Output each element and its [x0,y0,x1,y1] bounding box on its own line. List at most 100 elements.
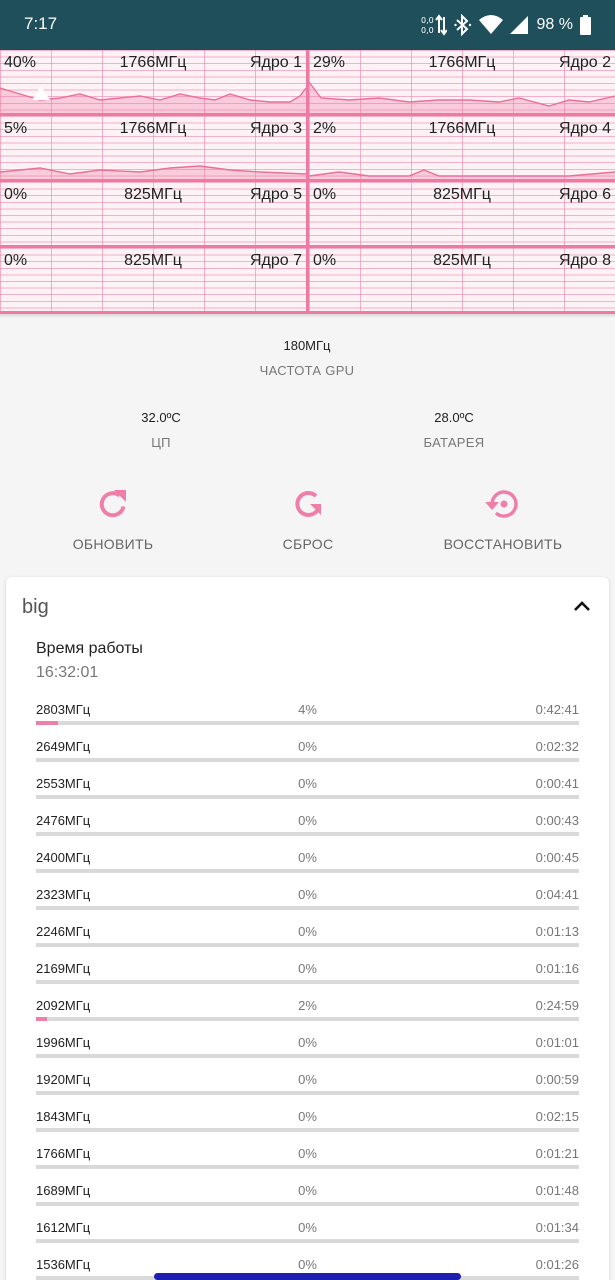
restore-button[interactable]: ВОССТАНОВИТЬ [423,486,583,552]
state-progress-bar [36,1054,579,1058]
core-name: Ядро 8 [558,252,611,269]
status-time: 7:17 [24,14,58,33]
state-progress-bar [36,832,579,836]
state-percent: 0% [298,1146,317,1161]
chevron-up-icon[interactable] [573,599,591,617]
state-progress-bar [36,980,579,984]
frequency-state-list: 2803МГц 4% 0:42:41 2649МГц 0% 0:02:32 2553МГц 0… [36,700,579,1280]
state-progress-bar [36,906,579,910]
core-graph-3: 5% 1766МГц Ядро 3 [0,116,306,182]
state-progress-bar [36,1239,579,1243]
refresh-label: ОБНОВИТЬ [72,536,154,552]
core-graph-7: 0% 825МГц Ядро 7 [0,248,306,314]
state-percent: 0% [298,1220,317,1235]
battery-temperature: 28.0ºC БАТАРЕЯ [374,410,534,450]
state-time: 0:01:13 [535,924,579,939]
core-graph-4: 2% 1766МГц Ядро 4 [309,116,615,182]
uptime-value: 16:32:01 [36,664,99,681]
state-progress-bar [36,943,579,947]
frequency-state-row: 1996МГц 0% 0:01:01 [36,1033,579,1070]
state-percent: 0% [298,924,317,939]
frequency-state-row: 2246МГц 0% 0:01:13 [36,922,579,959]
core-name: Ядро 6 [558,186,611,203]
cluster-title: big [22,596,49,618]
core-name: Ядро 1 [249,54,302,71]
state-time: 0:42:41 [535,702,579,717]
state-time: 0:01:34 [535,1220,579,1235]
reset-icon [228,486,388,522]
state-percent: 0% [298,1257,317,1272]
cpu-temperature-value: 32.0ºC [141,410,181,425]
status-bar: 7:17 0,0 0,0 98 % [0,0,615,50]
reset-label: СБРОС [282,536,334,552]
state-progress-bar [36,758,579,762]
uptime-label: Время работы [36,640,143,657]
state-time: 0:00:43 [535,813,579,828]
frequency-state-row: 2400МГц 0% 0:00:45 [36,848,579,885]
cpu-temperature: 32.0ºC ЦП [81,410,241,450]
core-graph-2: 29% 1766МГц Ядро 2 [309,50,615,116]
state-percent: 0% [298,739,317,754]
cell-signal-icon [509,16,528,34]
state-percent: 0% [298,1035,317,1050]
gpu-frequency: 180МГц ЧАСТОТА GPU [207,338,407,378]
cluster-card: big Время работы 16:32:01 2803МГц 4% 0:42:… [6,577,609,1280]
restore-label: ВОССТАНОВИТЬ [443,536,563,552]
state-progress-bar [36,1017,579,1021]
state-percent: 0% [298,1183,317,1198]
frequency-state-row: 2169МГц 0% 0:01:16 [36,959,579,996]
refresh-icon [33,486,193,522]
core-graph-1: 40% 1766МГц Ядро 1 [0,50,306,116]
state-time: 0:01:01 [535,1035,579,1050]
cpu-temperature-label: ЦП [151,435,171,450]
gpu-frequency-label: ЧАСТОТА GPU [259,363,355,378]
gpu-frequency-value: 180МГц [283,338,331,353]
restore-icon [423,486,583,522]
state-time: 0:00:45 [535,850,579,865]
state-percent: 0% [298,887,317,902]
core-name: Ядро 5 [249,186,302,203]
state-time: 0:02:32 [535,739,579,754]
state-time: 0:00:41 [535,776,579,791]
state-time: 0:01:26 [535,1257,579,1272]
state-progress-bar [36,1091,579,1095]
core-graph-6: 0% 825МГц Ядро 6 [309,182,615,248]
frequency-state-row: 1920МГц 0% 0:00:59 [36,1070,579,1107]
wifi-icon [478,15,503,35]
state-time: 0:01:21 [535,1146,579,1161]
core-graph-5: 0% 825МГц Ядро 5 [0,182,306,248]
state-progress-bar [36,721,579,725]
state-progress-bar [36,1202,579,1206]
frequency-state-row: 1689МГц 0% 0:01:48 [36,1181,579,1218]
state-percent: 0% [298,1109,317,1124]
core-name: Ядро 7 [249,252,302,269]
state-time: 0:01:16 [535,961,579,976]
frequency-state-row: 1766МГц 0% 0:01:21 [36,1144,579,1181]
state-time: 0:01:48 [535,1183,579,1198]
frequency-state-row: 2553МГц 0% 0:00:41 [36,774,579,811]
state-percent: 0% [298,850,317,865]
frequency-state-row: 2476МГц 0% 0:00:43 [36,811,579,848]
state-time: 0:24:59 [535,998,579,1013]
battery-icon [580,15,591,35]
state-percent: 2% [298,998,317,1013]
state-percent: 0% [298,1072,317,1087]
state-time: 0:04:41 [535,887,579,902]
reset-button[interactable]: СБРОС [228,486,388,552]
frequency-state-row: 2649МГц 0% 0:02:32 [36,737,579,774]
svg-text:0,0: 0,0 [421,26,434,35]
state-percent: 0% [298,961,317,976]
core-name: Ядро 2 [558,54,611,71]
gesture-nav-bar[interactable] [154,1273,461,1280]
state-progress-fill [36,1017,47,1021]
state-progress-fill [36,721,58,725]
core-name: Ядро 4 [558,120,611,137]
frequency-state-row: 2323МГц 0% 0:04:41 [36,885,579,922]
data-activity-icon: 0,0 0,0 [421,14,447,36]
state-percent: 4% [298,702,317,717]
refresh-button[interactable]: ОБНОВИТЬ [33,486,193,552]
state-time: 0:00:59 [535,1072,579,1087]
state-progress-bar [36,1128,579,1132]
status-icons: 0,0 0,0 98 % [421,12,591,38]
frequency-state-row: 1843МГц 0% 0:02:15 [36,1107,579,1144]
